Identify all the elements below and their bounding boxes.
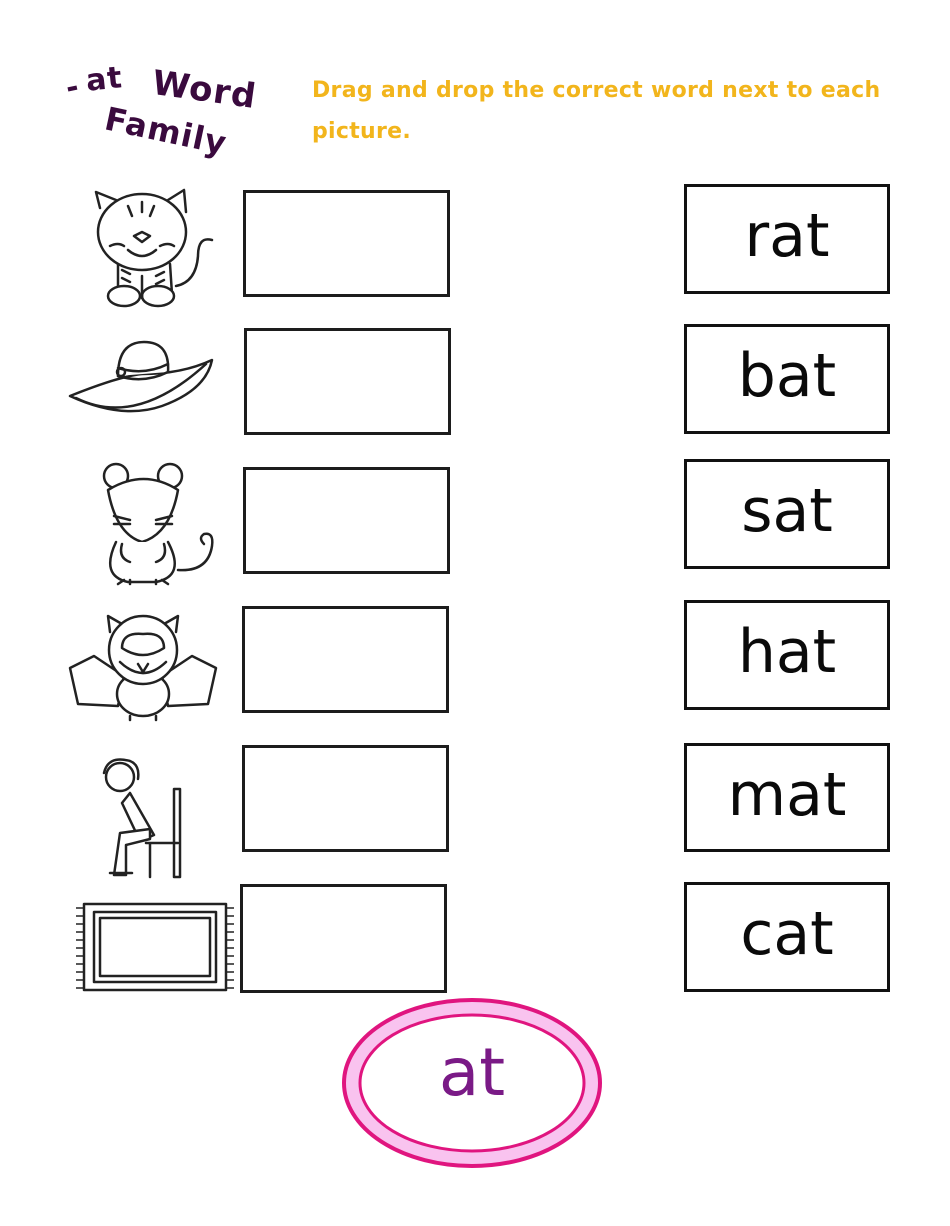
drop-zone-mat[interactable] [240,884,447,993]
drop-zone-cat[interactable] [243,190,450,297]
word-card-hat[interactable]: hat [684,600,890,710]
word-card-label: sat [741,476,833,546]
word-card-label: mat [727,759,847,830]
hat-icon [68,340,214,413]
word-card-label: cat [740,899,834,969]
instructions-text: Drag and drop the correct word next to e… [312,78,881,144]
sitting-boy-icon [102,758,182,879]
word-card-mat[interactable]: mat [684,743,890,852]
word-card-sat[interactable]: sat [684,459,890,569]
drop-zone-rat[interactable] [243,467,450,574]
drop-zone-sat[interactable] [242,745,449,852]
word-card-label: bat [737,341,837,411]
cat-icon [94,188,214,308]
word-card-label: hat [737,617,837,687]
title-dash: - [62,68,83,107]
drop-zone-bat[interactable] [242,606,449,713]
rat-icon [102,462,214,586]
drop-zone-hat[interactable] [244,328,451,435]
word-card-bat[interactable]: bat [684,324,890,434]
word-card-cat[interactable]: cat [684,882,890,992]
mat-icon [76,902,234,992]
title-word: Word [149,62,260,118]
word-family-label: at [438,1034,506,1111]
word-card-label: rat [744,201,830,271]
title-at: at [84,60,125,99]
bat-icon [68,614,218,722]
word-card-rat[interactable]: rat [684,184,890,294]
